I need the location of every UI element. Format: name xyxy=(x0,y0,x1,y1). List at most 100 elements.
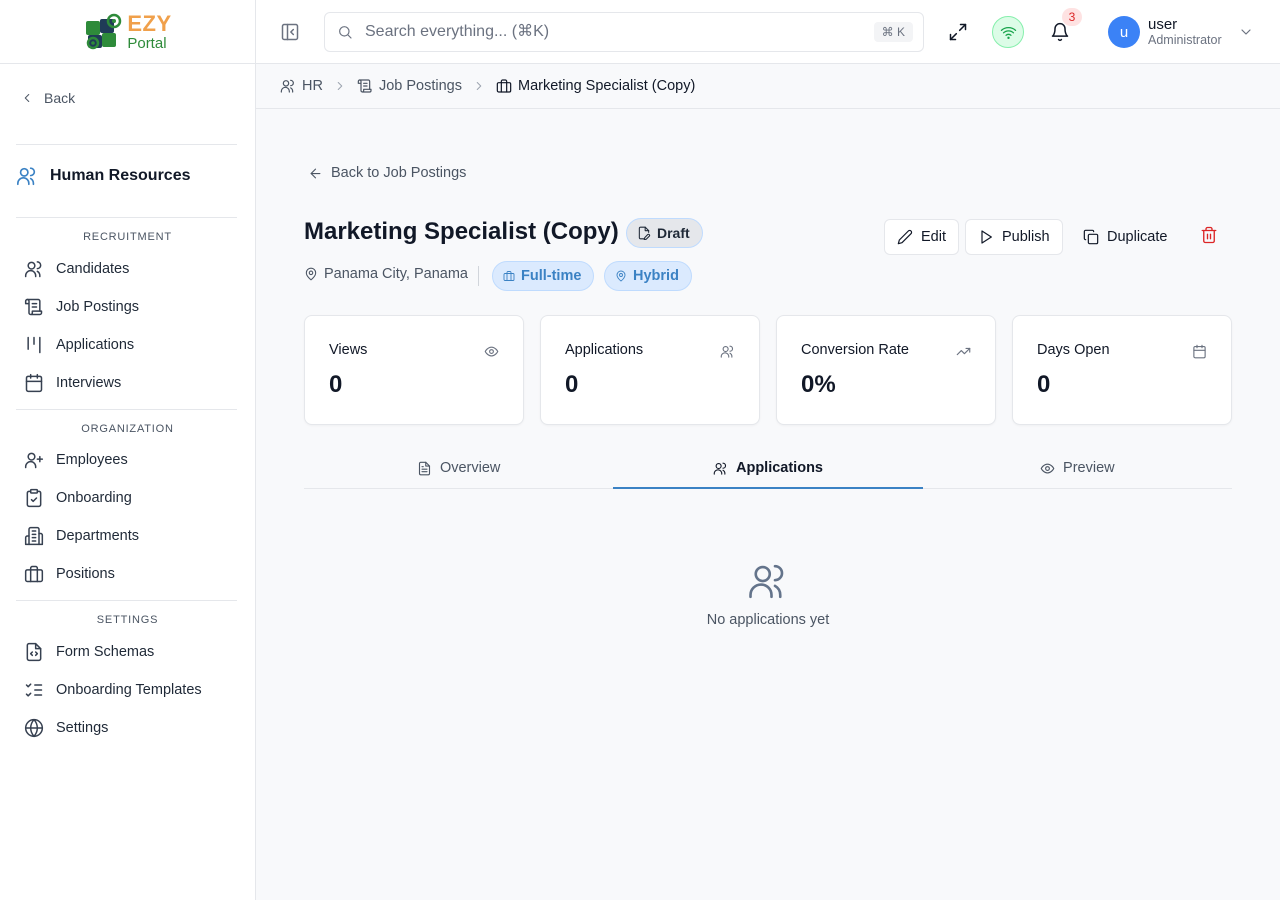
maximize-icon xyxy=(948,22,968,42)
sidebar-item-onboarding-templates[interactable]: Onboarding Templates xyxy=(24,680,202,700)
user-menu[interactable]: u user Administrator xyxy=(1108,16,1254,48)
tab-label: Overview xyxy=(439,460,501,476)
tab-bar: Overview Applications Preview xyxy=(304,448,1232,489)
globe-icon xyxy=(24,718,44,738)
job-location: Panama City, Panama xyxy=(304,266,468,282)
stat-label: Applications xyxy=(565,342,644,358)
breadcrumb-label: Job Postings xyxy=(378,78,462,94)
tab-preview[interactable]: Preview xyxy=(923,448,1232,488)
stat-card-views: Views 0 xyxy=(304,315,524,425)
play-icon xyxy=(978,229,994,245)
sidebar-item-label: Onboarding xyxy=(56,490,132,506)
search-shortcut-hint: ⌘ K xyxy=(873,22,913,42)
user-name: user xyxy=(1148,16,1178,34)
sidebar-item-onboarding[interactable]: Onboarding xyxy=(24,488,132,508)
delete-button[interactable] xyxy=(1200,226,1218,244)
empty-state: No applications yet xyxy=(304,560,1232,628)
tab-label: Preview xyxy=(1063,460,1115,476)
edit-label: Edit xyxy=(921,229,946,245)
work-mode-badge: Hybrid xyxy=(604,261,692,291)
notification-count-badge: 3 xyxy=(1062,8,1082,26)
eye-icon xyxy=(484,344,499,359)
stat-value: 0% xyxy=(801,371,836,398)
stat-label: Conversion Rate xyxy=(801,342,909,358)
tab-applications[interactable]: Applications xyxy=(613,448,923,489)
top-bar: ⌘ K 3 u user Administrator xyxy=(256,0,1280,64)
publish-button[interactable]: Publish xyxy=(965,219,1063,255)
chevron-left-icon xyxy=(20,91,34,105)
breadcrumb-label: Marketing Specialist (Copy) xyxy=(517,78,696,94)
file-code-icon xyxy=(24,642,44,662)
section-label-settings: SETTINGS xyxy=(96,614,159,626)
publish-label: Publish xyxy=(1002,229,1050,245)
connection-status-button[interactable] xyxy=(992,16,1024,48)
divider xyxy=(16,600,237,601)
stat-value: 0 xyxy=(329,371,343,398)
sidebar-item-form-schemas[interactable]: Form Schemas xyxy=(24,642,154,662)
users-icon xyxy=(720,344,735,359)
list-checks-icon xyxy=(24,680,44,700)
breadcrumb: HR Job Postings Marketing Specialist (Co… xyxy=(256,64,1280,109)
breadcrumb-current: Marketing Specialist (Copy) xyxy=(496,78,695,94)
breadcrumb-job-postings[interactable]: Job Postings xyxy=(357,78,462,94)
sidebar-item-settings[interactable]: Settings xyxy=(24,718,108,738)
chevron-down-icon xyxy=(1238,24,1254,40)
sidebar-item-label: Positions xyxy=(56,566,115,582)
clipboard-check-icon xyxy=(24,488,44,508)
sidebar-item-applications[interactable]: Applications xyxy=(24,335,134,355)
divider xyxy=(478,266,479,286)
users-icon xyxy=(280,78,296,94)
logo[interactable]: EZY Portal xyxy=(0,0,255,64)
chevron-right-icon xyxy=(472,79,486,93)
users-icon xyxy=(713,461,728,476)
edit-button[interactable]: Edit xyxy=(884,219,959,255)
back-label: Back to Job Postings xyxy=(331,165,467,181)
pencil-icon xyxy=(897,229,913,245)
sidebar-item-label: Candidates xyxy=(56,261,130,277)
user-role: Administrator xyxy=(1148,33,1222,48)
sidebar-toggle-button[interactable] xyxy=(280,22,300,42)
sidebar-item-label: Departments xyxy=(56,528,140,544)
map-pin-icon xyxy=(615,270,627,282)
avatar: u xyxy=(1108,16,1140,48)
sidebar-item-departments[interactable]: Departments xyxy=(24,526,139,546)
sidebar-item-interviews[interactable]: Interviews xyxy=(24,373,121,393)
sidebar-back-button[interactable]: Back xyxy=(20,90,75,106)
map-pin-icon xyxy=(304,267,318,281)
stat-value: 0 xyxy=(1037,371,1051,398)
module-title: Human Resources xyxy=(16,165,191,187)
divider xyxy=(16,217,237,218)
briefcase-icon xyxy=(24,564,44,584)
work-mode-label: Hybrid xyxy=(633,268,679,284)
back-to-job-postings-link[interactable]: Back to Job Postings xyxy=(308,165,466,181)
sidebar-item-employees[interactable]: Employees xyxy=(24,450,128,470)
duplicate-button[interactable]: Duplicate xyxy=(1070,219,1180,255)
sidebar-item-job-postings[interactable]: Job Postings xyxy=(24,297,139,317)
fullscreen-button[interactable] xyxy=(948,22,968,42)
briefcase-icon xyxy=(503,270,515,282)
scroll-text-icon xyxy=(24,297,44,317)
calendar-icon xyxy=(1192,344,1207,359)
briefcase-icon xyxy=(496,78,512,94)
search-input[interactable] xyxy=(365,23,874,41)
users-icon xyxy=(16,165,38,187)
sidebar-item-label: Employees xyxy=(56,452,128,468)
sidebar-item-candidates[interactable]: Candidates xyxy=(24,259,129,279)
stat-label: Views xyxy=(329,342,368,358)
status-badge: Draft xyxy=(626,218,703,248)
trash-icon xyxy=(1200,226,1218,244)
section-label-recruitment: RECRUITMENT xyxy=(83,231,172,243)
sidebar-item-label: Job Postings xyxy=(56,299,140,315)
building-icon xyxy=(24,526,44,546)
sidebar-item-positions[interactable]: Positions xyxy=(24,564,115,584)
breadcrumb-hr[interactable]: HR xyxy=(280,78,323,94)
search-bar[interactable]: ⌘ K xyxy=(324,12,924,52)
page-title: Marketing Specialist (Copy) xyxy=(304,218,619,245)
tab-overview[interactable]: Overview xyxy=(304,448,613,488)
panel-left-icon xyxy=(280,22,300,42)
tab-label: Applications xyxy=(735,460,823,476)
divider xyxy=(16,144,237,145)
user-plus-icon xyxy=(24,450,44,470)
users-icon xyxy=(24,259,44,279)
breadcrumb-label: HR xyxy=(302,78,323,94)
